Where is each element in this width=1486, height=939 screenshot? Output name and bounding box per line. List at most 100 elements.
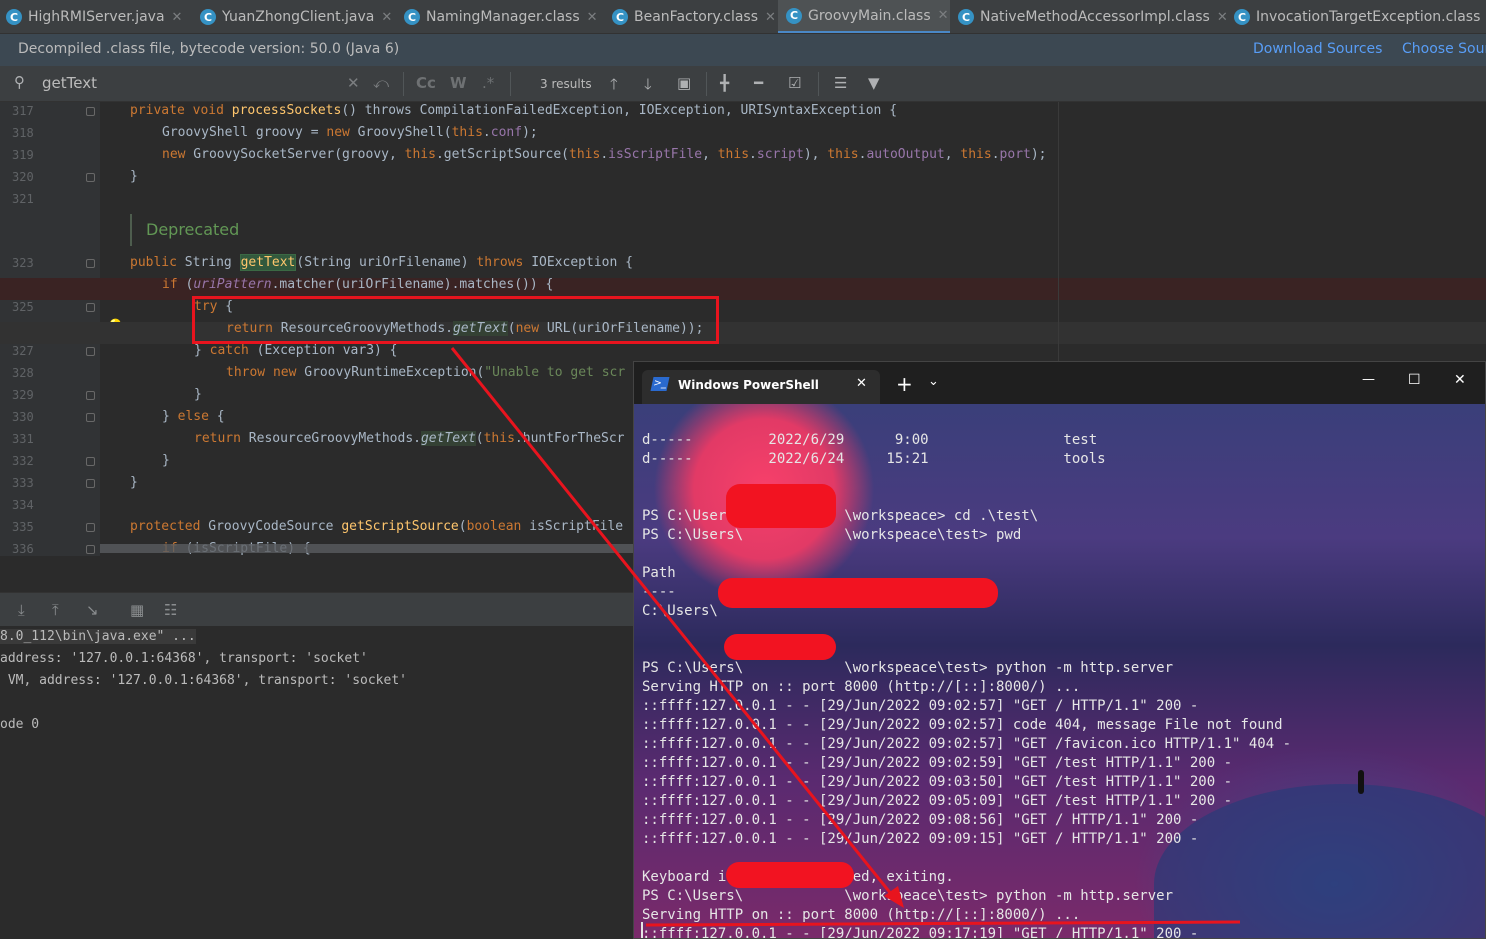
tab-invocationtargetexception[interactable]: C InvocationTargetException.class (1234, 0, 1486, 33)
fold-icon[interactable] (86, 107, 95, 116)
tab-label: BeanFactory.class (634, 9, 759, 25)
tab-namingmanager[interactable]: C NamingManager.class ✕ (404, 0, 604, 33)
line-number: 323 (12, 256, 34, 270)
class-icon: C (958, 9, 974, 25)
add-occurrence-icon[interactable]: ╋ (720, 74, 729, 92)
remove-occurrence-icon[interactable]: ━ (754, 74, 763, 92)
fold-icon[interactable] (86, 259, 95, 268)
line-number: 332 (12, 454, 34, 468)
close-icon[interactable]: ✕ (172, 10, 183, 25)
powershell-tab-title: Windows PowerShell (678, 378, 819, 392)
terminal-line: ::ffff:127.0.0.1 - - [29/Jun/2022 09:02:… (642, 736, 1292, 752)
powershell-tab[interactable]: >_ Windows PowerShell ✕ (642, 370, 880, 404)
fold-icon[interactable] (86, 413, 95, 422)
powershell-icon: >_ (650, 377, 670, 391)
close-icon[interactable]: ✕ (587, 10, 598, 25)
words-toggle[interactable]: W (450, 74, 467, 92)
fold-icon[interactable] (86, 457, 95, 466)
line-number: 335 (12, 520, 34, 534)
class-icon: C (612, 9, 628, 25)
close-icon[interactable]: ✕ (381, 10, 392, 25)
powershell-window: >_ Windows PowerShell ✕ + ⌄ — ☐ ✕ d-----… (633, 361, 1486, 939)
chevron-down-icon[interactable]: ⌄ (928, 374, 939, 389)
close-icon[interactable]: ✕ (856, 376, 867, 391)
class-icon: C (200, 9, 216, 25)
grid-icon[interactable]: ▦ (130, 601, 144, 619)
close-icon[interactable]: ✕ (938, 8, 949, 23)
layout-icon[interactable]: ☷ (164, 601, 177, 619)
terminal-line: Serving HTTP on :: port 8000 (http://[::… (642, 679, 1081, 695)
fold-icon[interactable] (86, 479, 95, 488)
match-case-toggle[interactable]: Cc (416, 74, 436, 92)
redaction-scribble (724, 634, 836, 660)
fold-icon[interactable] (86, 303, 95, 312)
code-line-328: throw new GroovyRuntimeException("Unable… (226, 365, 626, 380)
tab-label: GroovyMain.class (808, 7, 931, 24)
clear-search-icon[interactable]: ✕ (347, 74, 360, 92)
code-line-318: GroovyShell groovy = new GroovyShell(thi… (162, 125, 538, 140)
terminal-line: ::ffff:127.0.0.1 - - [29/Jun/2022 09:17:… (642, 926, 1199, 939)
terminal-line: PS C:\Users\ \workspeace\test> pwd (642, 527, 1022, 543)
maximize-button[interactable]: ☐ (1408, 372, 1421, 388)
tab-highrmiserver[interactable]: C HighRMIServer.java ✕ (6, 0, 192, 33)
class-icon: C (6, 9, 22, 25)
options-icon[interactable]: ☰ (834, 74, 847, 92)
tab-groovymain[interactable]: C GroovyMain.class ✕ (778, 0, 950, 33)
fold-icon[interactable] (86, 347, 95, 356)
code-line-333: } (130, 475, 138, 490)
code-line-335: protected GroovyCodeSource getScriptSour… (130, 519, 624, 534)
regex-toggle[interactable]: .* (482, 74, 494, 92)
code-line-331: return ResourceGroovyMethods.getText(thi… (194, 431, 625, 446)
tab-label: YuanZhongClient.java (222, 9, 375, 25)
filter-icon[interactable]: ▼ (868, 74, 880, 92)
fold-icon[interactable] (86, 173, 95, 182)
tab-beanfactory[interactable]: C BeanFactory.class ✕ (612, 0, 778, 33)
code-line-330: } else { (162, 409, 225, 424)
select-all-icon[interactable]: ▣ (677, 74, 691, 92)
terminal-line: ::ffff:127.0.0.1 - - [29/Jun/2022 09:05:… (642, 793, 1233, 809)
new-tab-button[interactable]: + (896, 372, 913, 396)
console-line: ode 0 (0, 717, 40, 732)
arrow-up-icon[interactable]: 🡑 (610, 74, 618, 99)
fold-icon[interactable] (86, 545, 95, 554)
line-number: 336 (12, 542, 34, 556)
tab-nativemethodaccessorimpl[interactable]: C NativeMethodAccessorImpl.class ✕ (958, 0, 1228, 33)
line-number: 329 (12, 388, 34, 402)
redaction-scribble (726, 484, 836, 528)
redaction-scribble (726, 862, 854, 888)
decompiled-banner: Decompiled .class file, bytecode version… (0, 34, 1486, 66)
search-icon: ⚲ (14, 73, 25, 91)
window-close-button[interactable]: ✕ (1454, 372, 1466, 388)
history-icon[interactable]: ⤺ (373, 74, 389, 92)
terminal-line: PS C:\Users\ \workspeace\test> python -m… (642, 660, 1174, 676)
download-icon[interactable]: ⤓ (18, 601, 25, 619)
terminal-line: ::ffff:127.0.0.1 - - [29/Jun/2022 09:02:… (642, 698, 1199, 714)
arrow-down-icon[interactable]: 🡓 (644, 74, 652, 99)
line-number: 325 (12, 300, 34, 314)
close-icon[interactable]: ✕ (1217, 10, 1228, 25)
tab-yuanzhongclient[interactable]: C YuanZhongClient.java ✕ (200, 0, 396, 33)
code-line-329: } (194, 387, 202, 402)
redaction-scribble (718, 578, 998, 608)
select-all-occurrences-icon[interactable]: ☑ (788, 74, 801, 92)
fold-icon[interactable] (86, 523, 95, 532)
minimize-button[interactable]: — (1362, 372, 1375, 387)
horizontal-scrollbar[interactable] (100, 544, 634, 553)
line-number: 331 (12, 432, 34, 446)
tab-label: HighRMIServer.java (28, 9, 165, 25)
line-number: 334 (12, 498, 34, 512)
line-number: 320 (12, 170, 34, 184)
soft-wrap-icon[interactable]: ↘ (86, 601, 99, 619)
search-input[interactable]: getText (42, 74, 97, 92)
line-number: 317 (12, 104, 34, 118)
download-sources-link[interactable]: Download Sources (1253, 41, 1382, 57)
terminal-line: ::ffff:127.0.0.1 - - [29/Jun/2022 09:03:… (642, 774, 1233, 790)
upload-icon[interactable]: ⤒ (52, 601, 59, 619)
line-number: 333 (12, 476, 34, 490)
fold-icon[interactable] (86, 391, 95, 400)
deprecated-label: Deprecated (146, 220, 240, 239)
powershell-titlebar: >_ Windows PowerShell ✕ + ⌄ — ☐ ✕ (634, 362, 1485, 404)
close-icon[interactable]: ✕ (765, 10, 776, 25)
choose-sources-link[interactable]: Choose Sour (1402, 41, 1486, 57)
